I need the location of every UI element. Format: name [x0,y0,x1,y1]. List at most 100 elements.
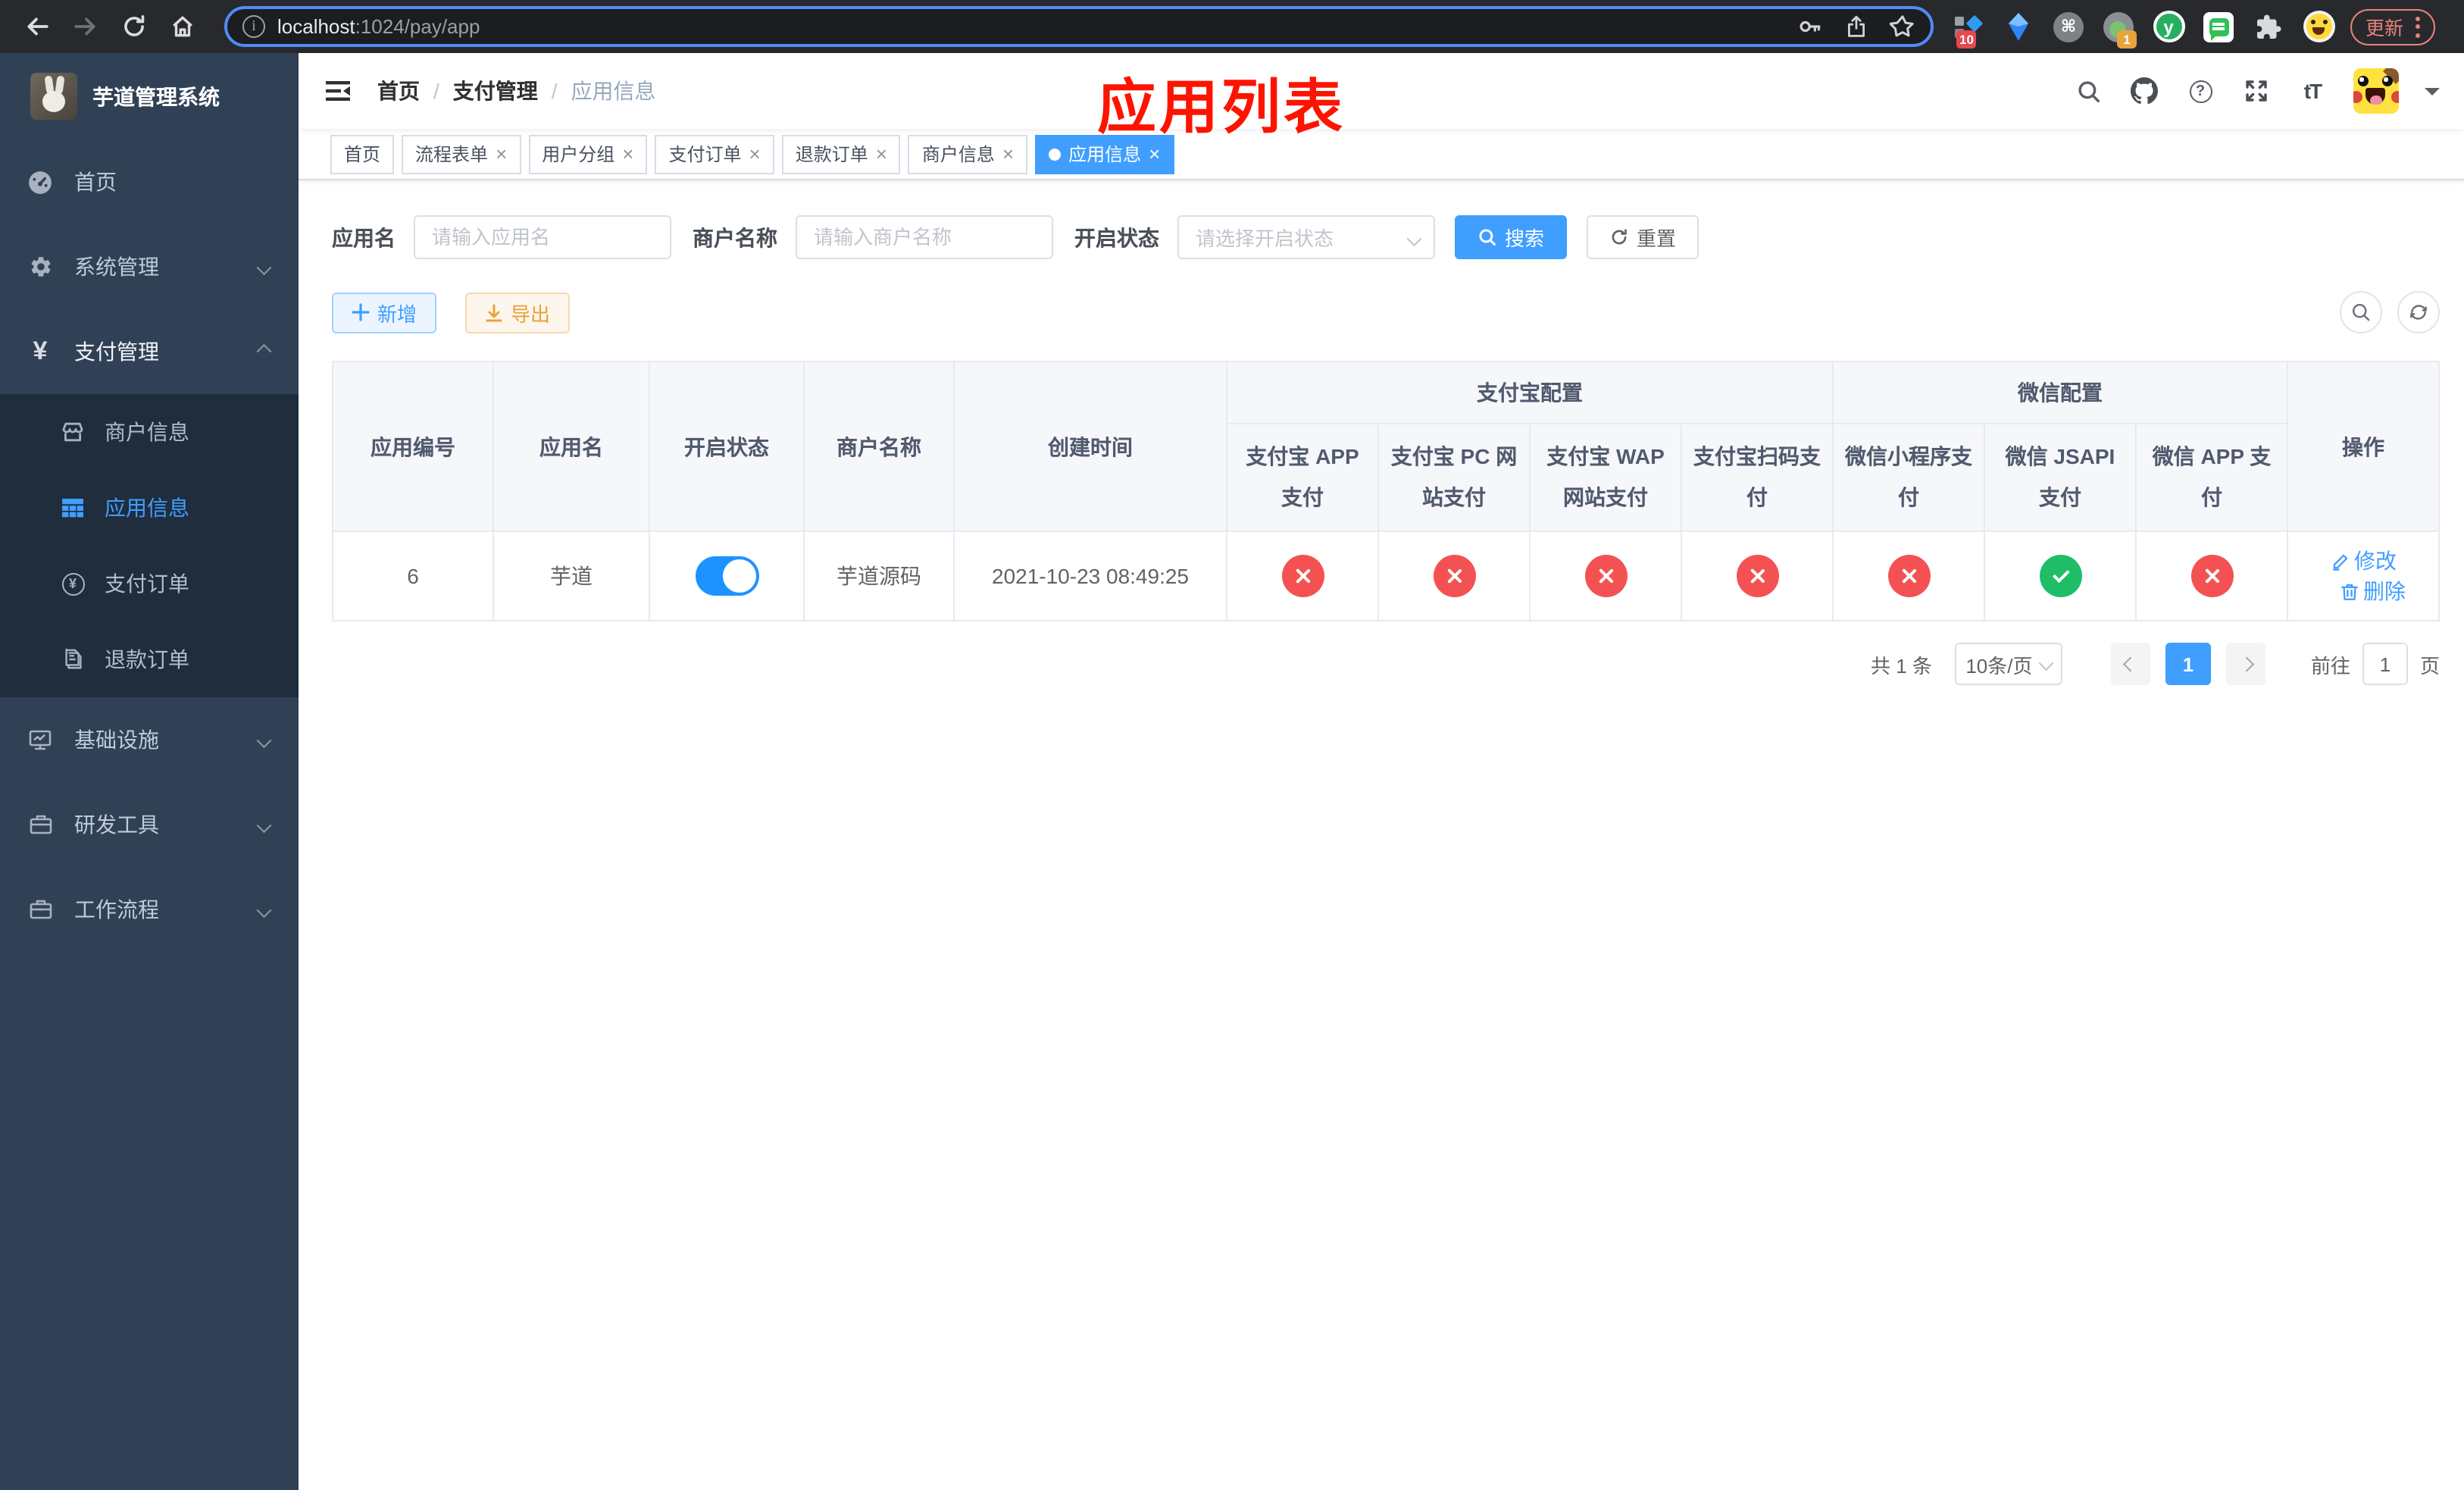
sidebar-group-devtools[interactable]: 研发工具 [0,782,299,867]
extension-blocks-icon[interactable]: 10 [1952,10,1985,48]
close-icon[interactable]: × [876,144,887,164]
extension-badge: 10 [1956,30,1977,48]
sidebar-item-label: 基础设施 [74,728,159,752]
header-search-icon[interactable] [2073,76,2103,106]
tab-merchant-info[interactable]: 商户信息 × [908,134,1028,174]
tab-pay-order[interactable]: 支付订单 × [655,134,774,174]
col-actions: 操作 [2287,361,2440,532]
refresh-icon [1612,229,1627,245]
active-dot-icon [1049,148,1062,160]
avatar-caret-icon[interactable] [2425,87,2440,102]
status-toggle[interactable] [695,556,758,596]
merchant-name-input[interactable] [796,215,1053,259]
monitor-icon [27,727,53,753]
breadcrumb-home[interactable]: 首页 [377,76,420,106]
back-icon[interactable] [18,8,55,45]
edit-button[interactable]: 修改 [2330,546,2397,576]
add-button[interactable]: 新增 [332,292,437,333]
tab-refund-order[interactable]: 退款订单 × [781,134,901,174]
close-icon[interactable]: × [1149,144,1160,164]
sidebar-group-infra[interactable]: 基础设施 [0,697,299,782]
extension-chat-icon[interactable] [2202,10,2235,43]
col-wechat-lite: 微信小程序支付 [1832,423,1985,532]
sidebar-item-label: 工作流程 [74,897,159,922]
extension-command-icon[interactable]: ⌘ [2052,10,2085,43]
share-icon[interactable] [1844,14,1868,39]
bookmark-star-icon[interactable] [1890,14,1915,39]
show-search-button[interactable] [2340,291,2382,333]
gear-icon [27,254,53,280]
browser-menu-icon[interactable] [2416,16,2421,37]
sidebar-item-app-info[interactable]: 应用信息 [0,470,299,546]
group-alipay-config: 支付宝配置 [1226,361,1834,424]
chevron-down-icon [256,732,270,747]
reset-button[interactable]: 重置 [1587,215,1699,259]
password-key-icon[interactable] [1797,14,1823,39]
close-icon[interactable]: × [749,144,761,164]
app-logo[interactable]: 芋道管理系统 [0,53,299,139]
sidebar-item-label: 应用信息 [105,496,189,520]
next-page-button[interactable] [2225,643,2265,685]
status-select[interactable]: 请选择开启状态 [1177,215,1435,259]
browser-update-button[interactable]: 更新 [2350,8,2436,45]
home-icon[interactable] [164,8,200,45]
goto-label: 前往 [2310,654,2350,677]
prev-page-button[interactable] [2110,643,2150,685]
extension-kite-icon[interactable] [2002,10,2035,43]
tab-process-form[interactable]: 流程表单 × [402,134,521,174]
page-size-select[interactable]: 10条/页 [1954,643,2062,685]
app-name-input[interactable] [414,215,671,259]
yen-coin-icon: ¥ [61,571,85,596]
goto-page-input[interactable] [2362,643,2408,685]
col-app-name: 应用名 [492,361,650,532]
reload-icon[interactable] [115,8,152,45]
refresh-table-button[interactable] [2397,291,2440,333]
sidebar-group-workflow[interactable]: 工作流程 [0,867,299,952]
font-size-icon[interactable]: tT [2297,76,2328,106]
check-circle-icon [2039,555,2081,597]
sidebar-item-home[interactable]: 首页 [0,139,299,224]
search-button[interactable]: 搜索 [1455,215,1568,259]
export-button[interactable]: 导出 [465,292,571,333]
avatar[interactable] [2353,68,2399,114]
refresh-icon [2410,305,2427,320]
github-icon[interactable] [2129,76,2159,106]
forward-icon[interactable] [67,8,103,45]
extension-recorder-icon[interactable]: 1 [2102,10,2137,48]
close-circle-icon [1887,555,1930,597]
fullscreen-icon[interactable] [2241,76,2272,106]
close-icon[interactable]: × [496,144,507,164]
delete-button[interactable]: 删除 [2339,576,2406,606]
close-circle-icon [1433,555,1475,597]
close-circle-icon [1736,555,1778,597]
tab-home[interactable]: 首页 [330,134,395,174]
help-icon[interactable]: ? [2185,76,2215,106]
sidebar-item-label: 系统管理 [74,255,159,279]
breadcrumb-payment[interactable]: 支付管理 [453,76,538,106]
current-page[interactable]: 1 [2165,643,2211,685]
site-info-icon[interactable]: i [242,15,265,38]
cell-app-name: 芋道 [492,531,650,621]
screen: i localhost:1024/pay/app 10 ⌘ 1 y 更新 芋道管… [0,0,2464,1490]
close-icon[interactable]: × [622,144,633,164]
col-merchant: 商户名称 [803,361,955,532]
sidebar-group-payment[interactable]: ¥ 支付管理 [0,309,299,394]
address-bar[interactable]: i localhost:1024/pay/app [224,6,1934,47]
sidebar-item-pay-order[interactable]: ¥ 支付订单 [0,546,299,621]
document-icon [61,647,85,671]
sidebar-item-merchant-info[interactable]: 商户信息 [0,394,299,470]
page-content: 应用名 商户名称 开启状态 请选择开启状态 搜索 [299,180,2464,1490]
tab-user-group[interactable]: 用户分组 × [528,134,648,174]
close-icon[interactable]: × [1002,144,1014,164]
sidebar-item-label: 首页 [74,170,117,194]
cell-wechat-jsapi [1984,531,2137,621]
extension-emoji-icon[interactable] [2302,10,2335,43]
app-name-label: 应用名 [332,225,396,249]
sidebar-fold-icon[interactable] [323,76,353,106]
extension-y-icon[interactable]: y [2152,10,2185,43]
sidebar-group-system[interactable]: 系统管理 [0,224,299,309]
extensions-puzzle-icon[interactable] [2252,10,2285,43]
sidebar-item-refund-order[interactable]: 退款订单 [0,621,299,697]
chevron-down-icon [256,902,270,917]
page-unit-label: 页 [2419,654,2440,677]
